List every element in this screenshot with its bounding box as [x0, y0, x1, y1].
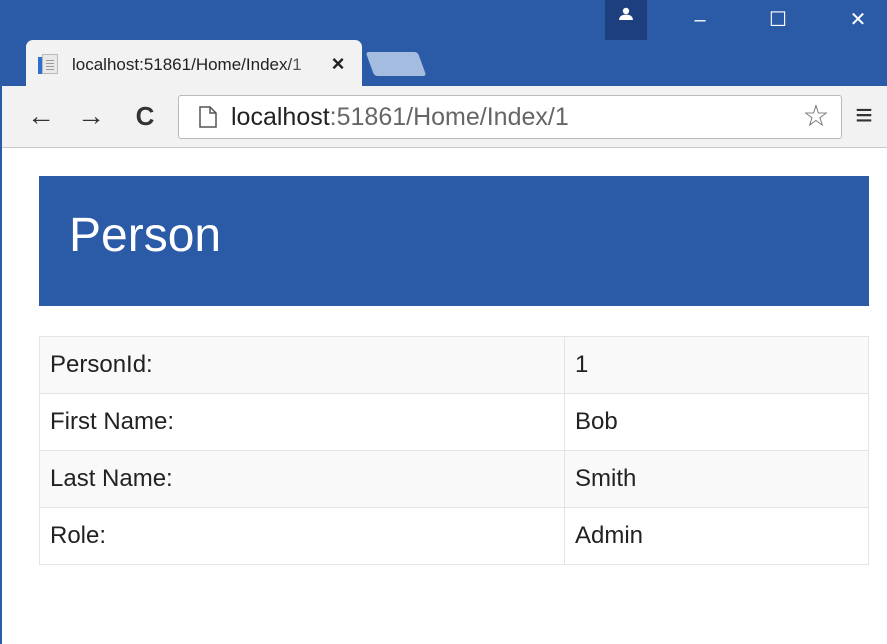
active-tab[interactable]: localhost:51861/Home/Index/1 ×: [26, 40, 362, 86]
forward-button[interactable]: →: [74, 99, 108, 133]
page-content: Person PersonId: 1 First Name: Bob Last …: [2, 148, 887, 644]
page-favicon-icon: [38, 54, 58, 74]
reload-button[interactable]: C: [128, 99, 162, 133]
tab-close-button[interactable]: ×: [326, 51, 350, 77]
title-bar: localhost:51861/Home/Index/1 × – ☐ ✕: [2, 0, 887, 86]
url-text[interactable]: localhost:51861/Home/Index/1: [231, 96, 569, 138]
new-tab-button[interactable]: [365, 52, 427, 76]
row-value: Bob: [564, 393, 869, 451]
row-value: Smith: [564, 450, 869, 508]
address-bar[interactable]: localhost:51861/Home/Index/1 ☆: [178, 95, 842, 139]
row-value: 1: [564, 336, 869, 394]
back-button[interactable]: ←: [24, 99, 58, 133]
maximize-button[interactable]: ☐: [750, 0, 806, 40]
profile-button[interactable]: [605, 0, 647, 40]
browser-window: localhost:51861/Home/Index/1 × – ☐ ✕ ← →…: [0, 0, 887, 644]
row-label: PersonId:: [39, 336, 565, 394]
star-icon[interactable]: ☆: [801, 102, 831, 132]
browser-toolbar: ← → C localhost:51861/Home/Index/1 ☆ ≡: [2, 86, 887, 148]
row-label: First Name:: [39, 393, 565, 451]
row-label: Role:: [39, 507, 565, 565]
profile-icon: [619, 7, 633, 20]
page-heading: Person: [69, 209, 222, 262]
url-host: localhost: [231, 103, 330, 131]
header-panel: Person: [39, 176, 869, 306]
close-window-button[interactable]: ✕: [830, 0, 886, 40]
person-details-table: PersonId: 1 First Name: Bob Last Name: S…: [39, 336, 869, 565]
page-icon: [199, 106, 217, 128]
row-value: Admin: [564, 507, 869, 565]
row-label: Last Name:: [39, 450, 565, 508]
tab-title: localhost:51861/Home/Index/1: [72, 55, 302, 74]
table-row: Role: Admin: [39, 507, 869, 565]
menu-icon[interactable]: ≡: [850, 101, 878, 131]
table-row: PersonId: 1: [39, 336, 869, 394]
table-row: Last Name: Smith: [39, 450, 869, 508]
table-row: First Name: Bob: [39, 393, 869, 451]
minimize-button[interactable]: –: [672, 0, 728, 40]
url-path: :51861/Home/Index/1: [329, 103, 569, 131]
